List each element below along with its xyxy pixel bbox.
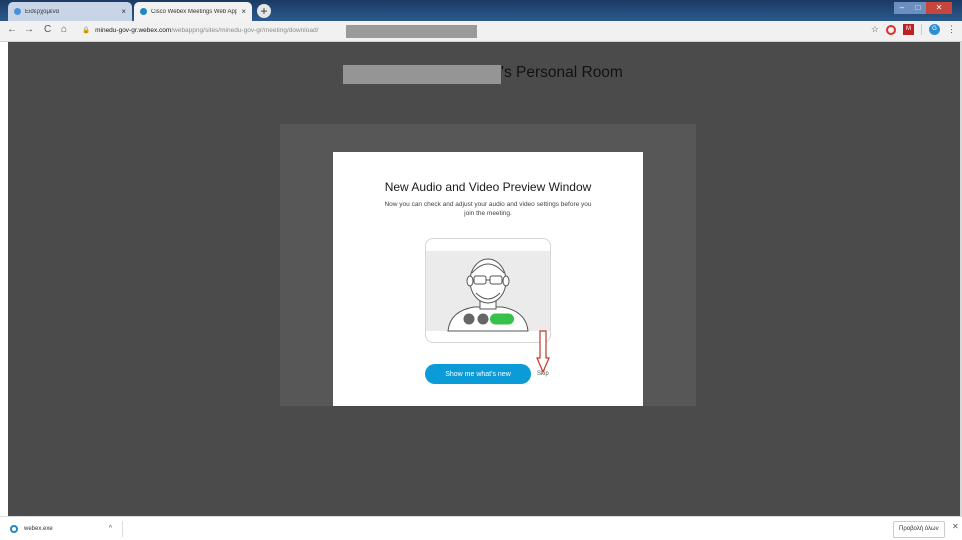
opera-extension-icon[interactable] bbox=[886, 24, 896, 35]
close-tab-icon[interactable]: × bbox=[121, 7, 126, 16]
new-tab-button[interactable]: + bbox=[257, 4, 271, 18]
modal-description: Now you can check and adjust your audio … bbox=[384, 201, 592, 217]
maximize-button[interactable]: □ bbox=[910, 2, 926, 14]
close-download-bar-icon[interactable]: ✕ bbox=[952, 522, 959, 531]
preview-modal: New Audio and Video Preview Window Now y… bbox=[333, 152, 643, 406]
browser-toolbar: ← → C ⌂ 🔒 minedu-gov-gr.webex.com/webappn… bbox=[0, 21, 962, 42]
show-whats-new-button[interactable]: Show me what's new bbox=[425, 364, 531, 384]
red-arrow-annotation bbox=[536, 330, 550, 374]
profile-avatar[interactable]: G bbox=[929, 24, 940, 35]
modal-title: New Audio and Video Preview Window bbox=[384, 180, 592, 194]
redacted-name bbox=[343, 65, 501, 84]
forward-icon[interactable]: → bbox=[24, 24, 34, 35]
preview-card bbox=[425, 238, 551, 343]
tab-strip: Εισερχόμενα × Cisco Webex Meetings Web A… bbox=[0, 0, 962, 21]
webex-icon bbox=[140, 8, 147, 15]
url-host: minedu-gov-gr.webex.com bbox=[95, 27, 172, 34]
room-title: 's Personal Room bbox=[501, 64, 623, 81]
extension-icon[interactable]: M bbox=[903, 24, 914, 35]
back-icon[interactable]: ← bbox=[7, 24, 17, 35]
redacted-url-segment bbox=[346, 25, 477, 38]
tab-webex[interactable]: Cisco Webex Meetings Web App × bbox=[134, 2, 252, 21]
download-file-name: webex.exe bbox=[24, 525, 53, 532]
close-tab-icon[interactable]: × bbox=[241, 7, 246, 16]
reload-icon[interactable]: C bbox=[44, 24, 51, 35]
minimize-button[interactable]: – bbox=[894, 2, 910, 14]
mail-icon bbox=[14, 8, 21, 15]
window-controls: – □ ✕ bbox=[894, 2, 952, 16]
menu-icon[interactable]: ⋮ bbox=[947, 24, 956, 35]
tab-label: Εισερχόμενα bbox=[25, 8, 60, 15]
close-window-button[interactable]: ✕ bbox=[926, 2, 952, 14]
webex-installer-icon bbox=[10, 524, 18, 533]
avatar-illustration bbox=[447, 258, 529, 332]
mute-icon bbox=[463, 313, 475, 325]
tab-inbox[interactable]: Εισερχόμενα × bbox=[8, 2, 132, 21]
show-all-button[interactable]: Προβολή όλων bbox=[893, 521, 945, 538]
download-bar: webex.exe ^ Προβολή όλων ✕ bbox=[0, 516, 962, 540]
home-icon[interactable]: ⌂ bbox=[61, 24, 67, 35]
toolbar-right: ☆ M G ⋮ bbox=[871, 24, 956, 35]
toolbar-divider bbox=[921, 24, 922, 35]
address-bar[interactable]: 🔒 minedu-gov-gr.webex.com/webappng/sites/… bbox=[82, 24, 318, 38]
bookmark-star-icon[interactable]: ☆ bbox=[871, 24, 879, 35]
tab-label: Cisco Webex Meetings Web App bbox=[151, 8, 238, 15]
download-item[interactable]: webex.exe ^ bbox=[6, 520, 120, 537]
chevron-up-icon[interactable]: ^ bbox=[109, 525, 112, 532]
lock-icon: 🔒 bbox=[82, 27, 91, 34]
url-path: /webappng/sites/minedu-gov-gr/meeting/do… bbox=[171, 27, 319, 34]
video-icon bbox=[477, 313, 489, 325]
join-icon bbox=[490, 313, 514, 325]
download-divider bbox=[122, 521, 123, 537]
